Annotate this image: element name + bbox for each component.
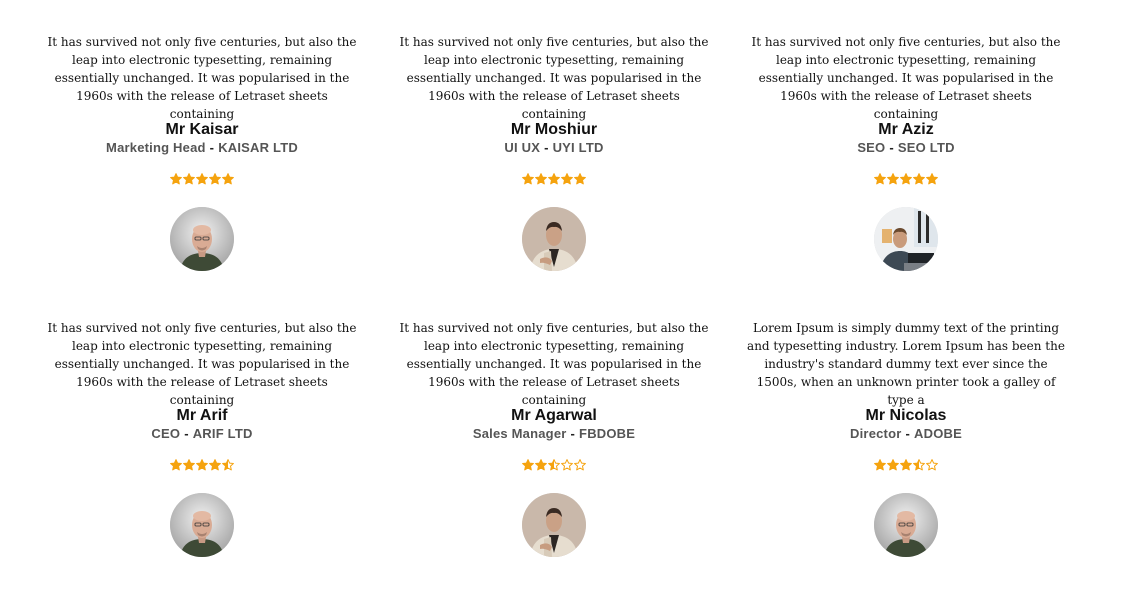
star-half-icon (913, 459, 925, 471)
star-full-icon (887, 459, 899, 471)
testimonial-role: Sales Manager (472, 426, 567, 441)
testimonial-role-line: CEO - ARIF LTD (37, 426, 367, 442)
testimonial-role: CEO (151, 426, 181, 441)
testimonials-grid: It has survived not only five centuries,… (0, 0, 1130, 597)
testimonial-role-line: Sales Manager - FBDOBE (389, 426, 719, 442)
testimonial-card: It has survived not only five centuries,… (389, 319, 719, 557)
role-separator: - (570, 426, 576, 441)
star-rating (741, 173, 1071, 187)
star-full-icon (900, 459, 912, 471)
star-full-icon (535, 173, 547, 185)
bald-man-photo (170, 207, 234, 271)
testimonial-quote: It has survived not only five centuries,… (47, 35, 357, 121)
testimonial-name: Mr Aziz (878, 121, 934, 138)
star-full-icon (548, 173, 560, 185)
star-full-icon (209, 173, 221, 185)
testimonial-quote: It has survived not only five centuries,… (751, 35, 1061, 121)
testimonial-name: Mr Agarwal (511, 407, 597, 424)
man-in-suit-photo (522, 493, 586, 557)
testimonial-role-line: UI UX - UYI LTD (389, 140, 719, 156)
avatar (874, 493, 938, 557)
role-separator: - (184, 426, 189, 441)
testimonial-role: Marketing Head (106, 140, 206, 155)
testimonial-company: UYI LTD (552, 140, 604, 155)
star-full-icon (183, 459, 195, 471)
star-full-icon (170, 459, 182, 471)
star-rating (389, 173, 719, 187)
role-separator: - (544, 140, 549, 155)
star-full-icon (522, 459, 534, 471)
testimonial-quote: It has survived not only five centuries,… (399, 321, 709, 407)
testimonial-company: SEO LTD (897, 140, 955, 155)
testimonial-role-line: Director - ADOBE (741, 426, 1071, 442)
star-full-icon (874, 459, 886, 471)
star-full-icon (170, 173, 182, 185)
star-full-icon (574, 173, 586, 185)
star-half-icon (548, 459, 560, 471)
testimonial-quote: It has survived not only five centuries,… (47, 321, 357, 407)
avatar (522, 207, 586, 271)
star-half-icon (222, 459, 234, 471)
star-full-icon (900, 173, 912, 185)
star-full-icon (196, 173, 208, 185)
avatar (170, 207, 234, 271)
testimonial-name: Mr Kaisar (165, 121, 239, 138)
star-full-icon (522, 173, 534, 185)
avatar (874, 207, 938, 271)
star-full-icon (196, 459, 208, 471)
star-rating (37, 459, 367, 473)
avatar (170, 493, 234, 557)
star-rating (37, 173, 367, 187)
testimonial-role-line: Marketing Head - KAISAR LTD (37, 140, 367, 156)
testimonial-card: Lorem Ipsum is simply dummy text of the … (741, 319, 1071, 557)
star-full-icon (561, 173, 573, 185)
testimonial-role-line: SEO - SEO LTD (741, 140, 1071, 156)
role-separator: - (209, 140, 215, 155)
bald-man-photo (874, 493, 938, 557)
testimonial-company: ARIF LTD (192, 426, 253, 441)
star-empty-icon (926, 459, 938, 471)
star-empty-icon (561, 459, 573, 471)
star-full-icon (887, 173, 899, 185)
star-full-icon (874, 173, 886, 185)
role-separator: - (889, 140, 894, 155)
star-full-icon (926, 173, 938, 185)
man-in-suit-photo (522, 207, 586, 271)
star-full-icon (913, 173, 925, 185)
testimonial-card: It has survived not only five centuries,… (37, 33, 367, 271)
testimonial-role: Director (850, 426, 902, 441)
testimonial-role: SEO (857, 140, 886, 155)
testimonial-company: ADOBE (914, 426, 962, 441)
testimonial-role: UI UX (504, 140, 541, 155)
star-rating (389, 459, 719, 473)
star-rating (741, 459, 1071, 473)
testimonial-quote: It has survived not only five centuries,… (399, 35, 709, 121)
role-separator: - (905, 426, 911, 441)
star-full-icon (209, 459, 221, 471)
star-empty-icon (574, 459, 586, 471)
testimonial-card: It has survived not only five centuries,… (389, 33, 719, 271)
testimonial-card: It has survived not only five centuries,… (741, 33, 1071, 271)
bald-man-photo (170, 493, 234, 557)
testimonial-name: Mr Moshiur (510, 121, 598, 138)
man-at-desk-photo (874, 207, 938, 271)
testimonial-name: Mr Arif (176, 407, 228, 424)
avatar (522, 493, 586, 557)
star-full-icon (183, 173, 195, 185)
testimonial-company: FBDOBE (579, 426, 636, 441)
testimonial-card: It has survived not only five centuries,… (37, 319, 367, 557)
testimonial-quote: Lorem Ipsum is simply dummy text of the … (747, 321, 1065, 407)
testimonial-name: Mr Nicolas (865, 407, 947, 424)
star-full-icon (535, 459, 547, 471)
star-full-icon (222, 173, 234, 185)
testimonial-company: KAISAR LTD (218, 140, 298, 155)
